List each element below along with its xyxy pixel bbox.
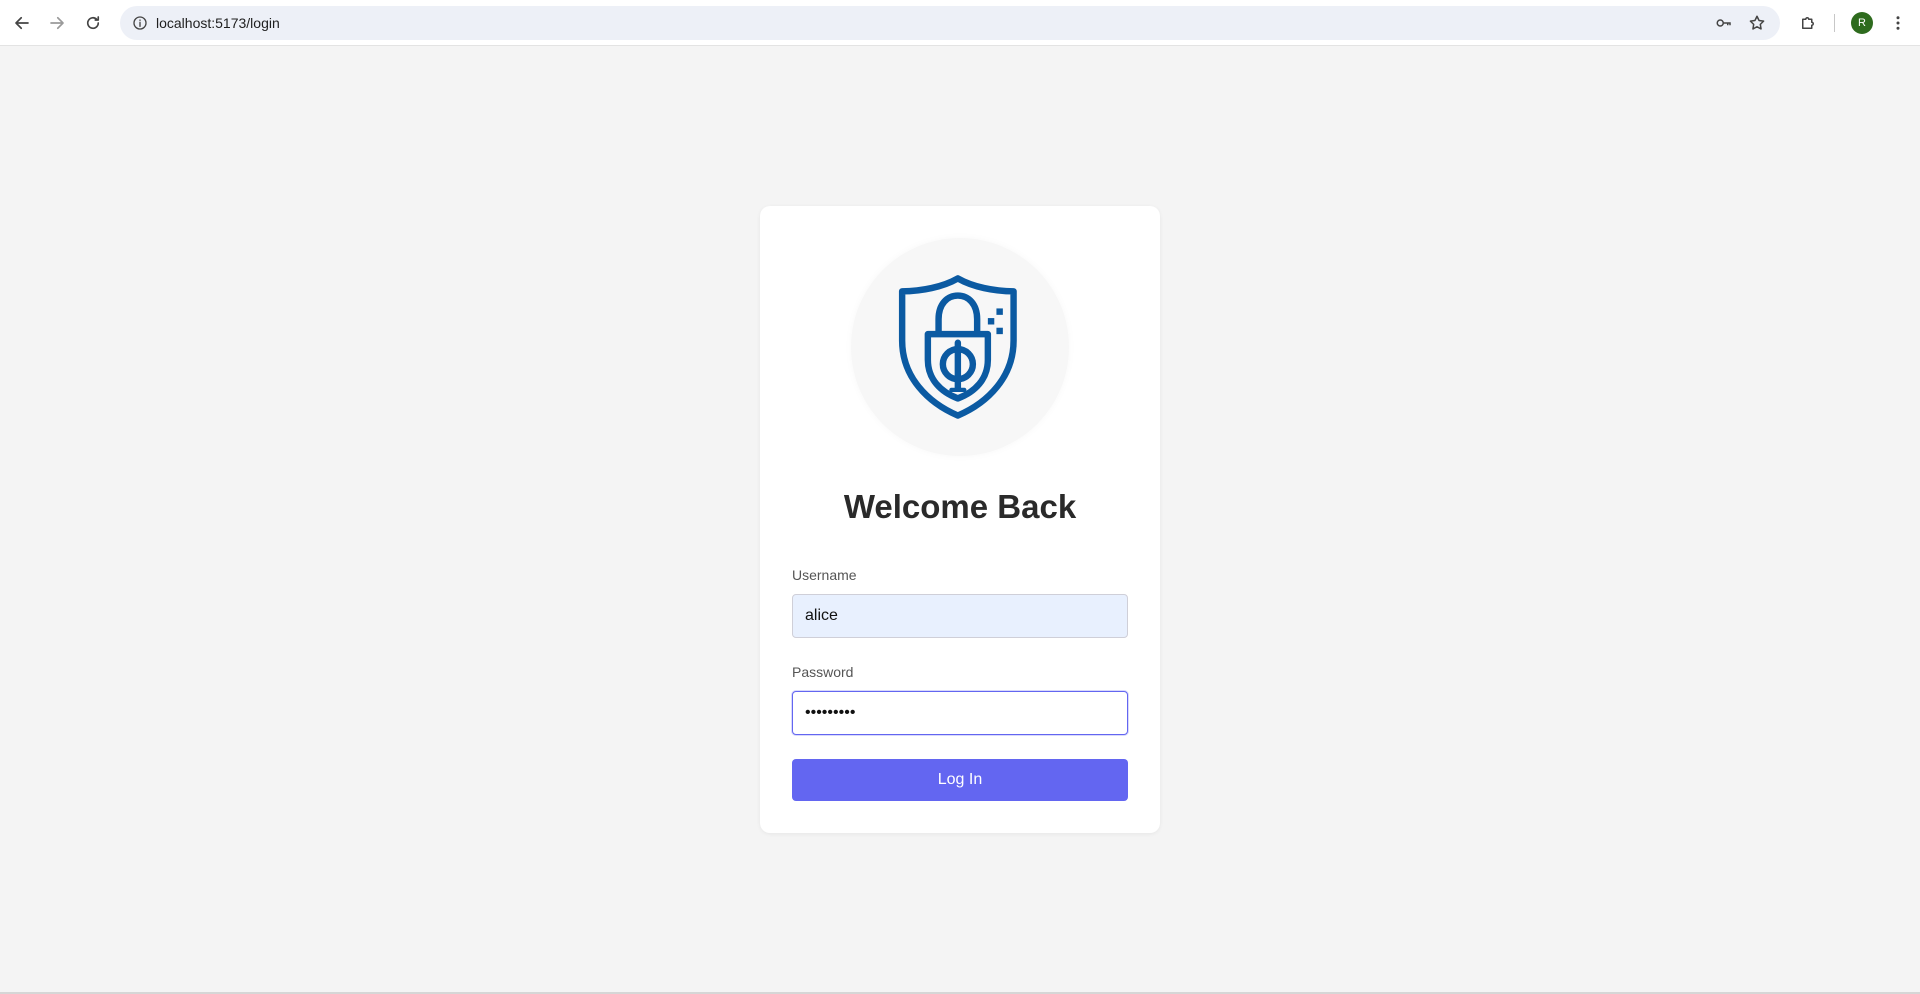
username-label: Username (792, 567, 857, 583)
toolbar-divider (1834, 14, 1835, 32)
forward-button[interactable] (43, 9, 71, 37)
password-label: Password (792, 664, 854, 680)
star-icon (1749, 15, 1765, 30)
extensions-button[interactable] (1794, 9, 1822, 37)
url-text[interactable]: localhost:5173/login (156, 6, 280, 40)
profile-avatar[interactable]: R (1851, 12, 1873, 34)
page-title: Welcome Back (843, 488, 1077, 525)
key-icon (1716, 19, 1731, 27)
browser-toolbar: localhost:5173/login R (0, 0, 1920, 46)
address-bar[interactable]: localhost:5173/login (120, 6, 1780, 40)
back-button[interactable] (8, 9, 36, 37)
info-circle-icon (133, 16, 147, 30)
puzzle-icon (1802, 17, 1814, 29)
arrow-right-icon (50, 16, 64, 30)
browser-menu-button[interactable] (1884, 9, 1912, 37)
login-button[interactable]: Log In (792, 759, 1128, 801)
kebab-menu-icon (1896, 16, 1900, 30)
arrow-left-icon (15, 16, 29, 30)
username-input[interactable] (792, 594, 1128, 638)
reload-button[interactable] (79, 9, 107, 37)
password-input[interactable] (792, 691, 1128, 735)
reload-icon (86, 16, 100, 30)
logo-container (851, 238, 1069, 456)
login-card: Welcome Back Username Password Log In (760, 206, 1160, 833)
shield-lock-phi-icon (898, 275, 1017, 419)
password-manager-button[interactable] (1712, 11, 1736, 35)
bookmark-button[interactable] (1745, 11, 1769, 35)
site-info-button[interactable] (128, 11, 152, 35)
